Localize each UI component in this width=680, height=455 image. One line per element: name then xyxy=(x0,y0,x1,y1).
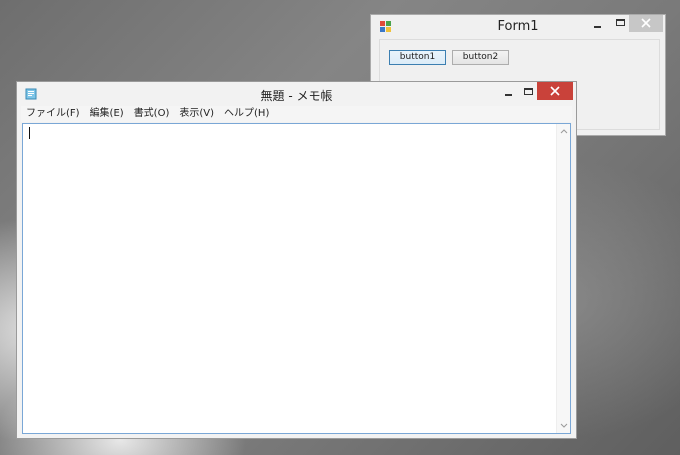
form1-close-button[interactable] xyxy=(629,15,663,32)
menu-format[interactable]: 書式(O) xyxy=(129,106,175,122)
text-editor[interactable] xyxy=(22,123,571,434)
notepad-title: 無題 - メモ帳 xyxy=(260,89,333,103)
scroll-down-icon[interactable] xyxy=(560,423,568,429)
notepad-window[interactable]: 無題 - メモ帳 ファイル(F) 編集(E) 書式(O) 表示(V) ヘルプ(H… xyxy=(16,81,577,439)
text-caret xyxy=(29,127,30,139)
vertical-scrollbar[interactable] xyxy=(556,124,570,433)
notepad-close-button[interactable] xyxy=(537,82,573,100)
close-icon xyxy=(641,18,651,28)
menubar: ファイル(F) 編集(E) 書式(O) 表示(V) ヘルプ(H) xyxy=(21,106,572,122)
button1[interactable]: button1 xyxy=(389,50,446,65)
minimize-icon xyxy=(594,26,601,28)
scroll-up-icon[interactable] xyxy=(560,128,568,134)
menu-help[interactable]: ヘルプ(H) xyxy=(219,106,274,122)
form1-minimize-button[interactable] xyxy=(586,15,610,35)
menu-edit[interactable]: 編集(E) xyxy=(85,106,129,122)
notepad-titlebar[interactable]: 無題 - メモ帳 xyxy=(17,82,576,106)
notepad-minimize-button[interactable] xyxy=(498,84,520,102)
form1-titlebar[interactable]: Form1 xyxy=(371,15,665,39)
minimize-icon xyxy=(505,94,512,96)
close-icon xyxy=(550,86,560,96)
button2[interactable]: button2 xyxy=(452,50,509,65)
menu-file[interactable]: ファイル(F) xyxy=(21,106,85,122)
menu-view[interactable]: 表示(V) xyxy=(174,106,219,122)
